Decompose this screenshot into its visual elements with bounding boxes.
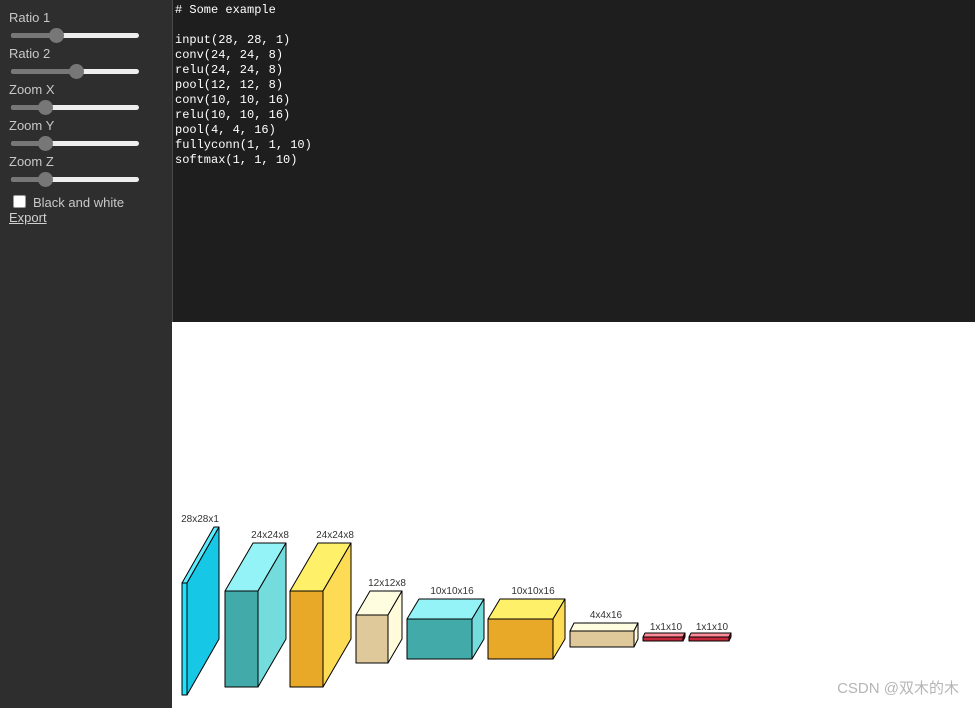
layer-size-label: 24x24x8 [251,530,289,541]
ratio-1-label: Ratio 1 [9,10,51,25]
layer-top-face [487,598,566,620]
layer-conv: 24x24x8 [224,530,289,688]
editor-text[interactable]: # Some example input(28, 28, 1) conv(24,… [173,0,975,168]
layer-front-face [406,618,473,660]
layer-fullyconn: 1x1x10 [642,622,686,642]
layer-size-label: 24x24x8 [316,530,354,541]
layer-top-face [569,622,639,632]
zoom-y-label: Zoom Y [9,118,55,133]
black-and-white-checkbox[interactable] [13,195,26,208]
layer-front-face [569,630,635,648]
layer-front-face [289,590,324,688]
zoom-x-label: Zoom X [9,82,55,97]
layer-top-face [688,632,732,638]
sidebar: Ratio 1 Ratio 2 Zoom X Zoom Y Zoom Z Bla… [0,0,172,708]
code-editor[interactable]: # Some example input(28, 28, 1) conv(24,… [172,0,975,322]
layer-size-label: 10x10x16 [430,586,474,597]
layer-size-label: 1x1x10 [650,622,683,633]
layer-size-label: 12x12x8 [368,578,406,589]
layer-size-label: 1x1x10 [696,622,729,633]
layer-front-face [642,636,684,642]
slider-thumb[interactable] [69,64,85,79]
layer-front-face [181,582,188,696]
slider-thumb[interactable] [48,28,64,43]
watermark: CSDN @双木的木 [837,680,959,697]
zoom-x-slider[interactable] [11,99,139,115]
slider-thumb[interactable] [38,172,54,187]
layer-size-label: 4x4x16 [590,610,623,621]
layer-front-face [487,618,554,660]
zoom-z-slider[interactable] [11,171,139,187]
layer-softmax: 1x1x10 [688,622,732,642]
layer-top-face [406,598,485,620]
zoom-z-label: Zoom Z [9,154,54,169]
ratio-2-label: Ratio 2 [9,46,51,61]
zoom-y-slider[interactable] [11,135,139,151]
layer-top-face [642,632,686,638]
layer-relu: 24x24x8 [289,530,354,688]
layer-size-label: 10x10x16 [511,586,555,597]
layer-front-face [224,590,259,688]
layer-front-face [688,636,730,642]
layer-front-face [355,614,389,664]
network-diagram: 28x28x1 24x24x8 24x24x8 12x12x8 10x10x16 10x1… [181,514,732,696]
layer-size-label: 28x28x1 [181,514,219,525]
black-and-white-label: Black and white [33,195,125,210]
layer-conv: 10x10x16 [406,586,485,660]
ratio-2-slider[interactable] [11,63,139,79]
layer-pool: 4x4x16 [569,610,639,648]
export-link[interactable]: Export [9,210,47,225]
ratio-1-slider[interactable] [11,27,139,43]
layer-input: 28x28x1 [181,514,220,696]
slider-thumb[interactable] [38,136,54,151]
layer-pool: 12x12x8 [355,578,406,664]
layer-relu: 10x10x16 [487,586,566,660]
slider-thumb[interactable] [38,100,54,115]
